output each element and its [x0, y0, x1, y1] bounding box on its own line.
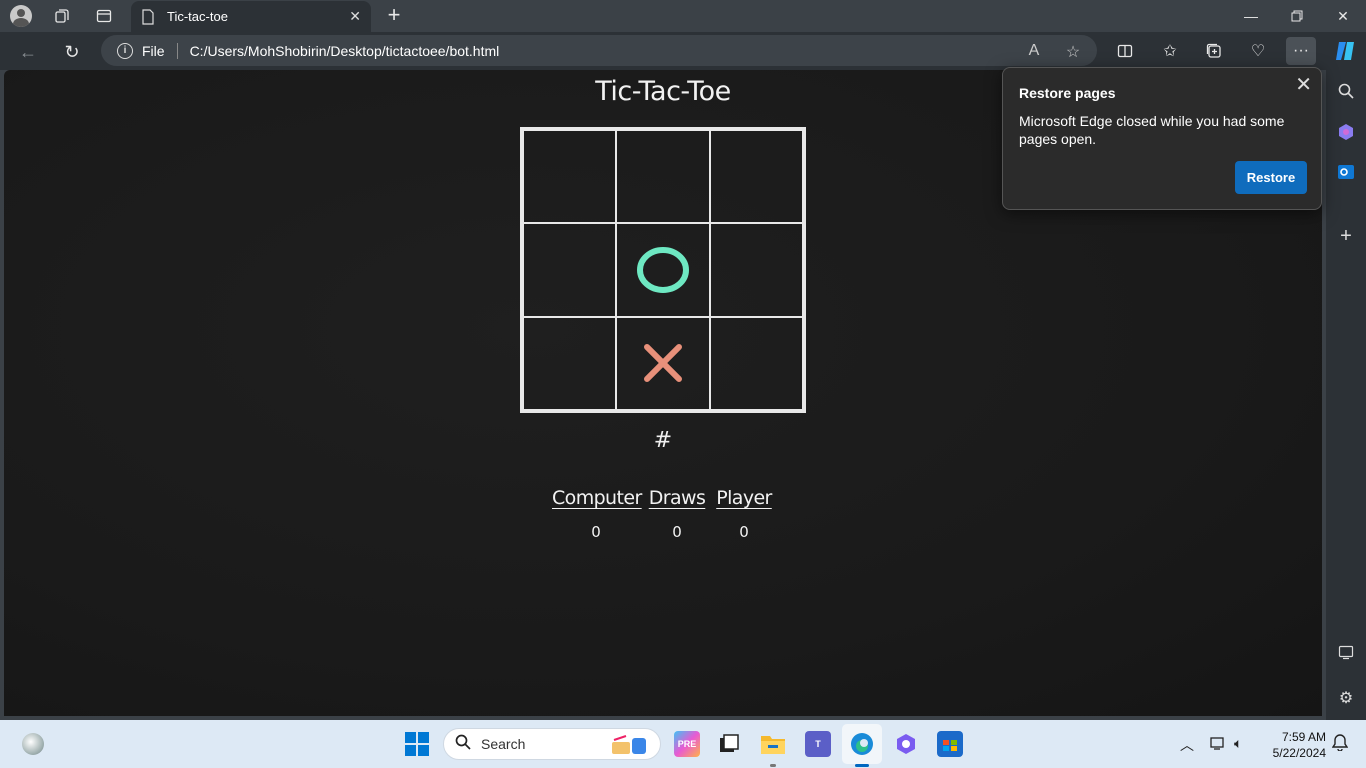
volume-icon[interactable]: 🔈︎	[1234, 735, 1242, 752]
chevron-up-icon[interactable]: ︿	[1180, 735, 1194, 755]
copilot-app-icon[interactable]: PRE	[674, 731, 700, 757]
page-icon	[142, 8, 154, 25]
close-tab-icon[interactable]: ✕	[349, 8, 361, 25]
board-cell[interactable]	[523, 130, 617, 224]
address-bar[interactable]: i File C:/Users/MohShobirin/Desktop/tict…	[101, 35, 1097, 66]
close-popup-icon[interactable]: ✕	[1295, 72, 1312, 97]
edge-icon[interactable]	[849, 731, 875, 757]
start-icon[interactable]	[405, 732, 429, 756]
settings-more-icon[interactable]: ···	[1286, 37, 1316, 65]
address-url[interactable]: C:/Users/MohShobirin/Desktop/tictactoee/…	[190, 43, 500, 59]
hide-sidebar-icon[interactable]	[1334, 640, 1358, 664]
popup-message: Microsoft Edge closed while you had some…	[1019, 113, 1285, 147]
taskbar: Search PRE T ︿ 🔈︎ 7:59 AM 5/22/2024	[0, 720, 1366, 768]
copilot-sidebar-icon[interactable]	[1334, 120, 1358, 144]
o-mark-icon	[636, 246, 689, 293]
split-screen-icon[interactable]	[1112, 38, 1138, 64]
copilot-icon[interactable]	[1333, 39, 1357, 63]
refresh-icon[interactable]: ↻	[59, 39, 85, 65]
score-value: 0	[672, 523, 682, 541]
add-sidebar-app-icon[interactable]: +	[1334, 224, 1358, 248]
board-cell-o	[616, 223, 710, 317]
score-label: Computer	[552, 487, 642, 509]
tab-title: Tic-tac-toe	[167, 9, 228, 24]
minimize-icon[interactable]: —	[1228, 0, 1274, 32]
tab-actions-icon[interactable]	[90, 4, 118, 28]
score-computer: Computer 0	[552, 487, 642, 541]
score-value: 0	[591, 523, 601, 541]
edge-sidebar: + ⚙	[1326, 70, 1366, 720]
file-explorer-icon[interactable]	[760, 731, 786, 757]
board-cell[interactable]	[616, 130, 710, 224]
network-icon[interactable]	[1210, 735, 1228, 754]
notification-bell-icon[interactable]	[1331, 733, 1349, 754]
search-placeholder: Search	[481, 736, 526, 752]
restore-window-icon[interactable]	[1274, 0, 1320, 32]
outlook-icon[interactable]	[1334, 160, 1358, 184]
board-cell[interactable]	[709, 316, 803, 410]
sidebar-search-icon[interactable]	[1334, 79, 1358, 103]
address-separator	[176, 42, 178, 59]
system-clock[interactable]: 7:59 AM 5/22/2024	[1262, 729, 1326, 761]
store-icon[interactable]	[937, 731, 963, 757]
score-player: Player 0	[714, 487, 774, 541]
turn-indicator: #	[653, 428, 673, 453]
popup-title: Restore pages	[1019, 85, 1116, 101]
profile-avatar-icon[interactable]	[10, 5, 32, 27]
collections-icon[interactable]	[1201, 38, 1227, 64]
sidebar-settings-icon[interactable]: ⚙	[1334, 686, 1358, 710]
restore-button[interactable]: Restore	[1235, 161, 1307, 194]
board-cell[interactable]	[523, 223, 617, 317]
taskbar-search[interactable]: Search	[443, 728, 661, 760]
back-icon[interactable]: ←	[15, 39, 41, 65]
favorites-icon[interactable]: ✩	[1157, 38, 1183, 64]
restore-pages-popup: ✕ Restore pages Microsoft Edge closed wh…	[1002, 67, 1322, 210]
browser-tab[interactable]: Tic-tac-toe ✕	[131, 1, 371, 32]
search-icon	[455, 734, 471, 755]
info-icon[interactable]: i	[117, 42, 133, 59]
running-indicator	[770, 764, 776, 767]
board-cell-x	[616, 316, 710, 410]
score-draws: Draws 0	[646, 487, 708, 541]
toolbar: ← ↻ i File C:/Users/MohShobirin/Desktop/…	[0, 32, 1366, 70]
copilot-taskbar-icon[interactable]	[893, 731, 919, 757]
search-highlight-icon	[612, 735, 646, 754]
score-label: Player	[716, 487, 772, 509]
workspaces-icon[interactable]	[48, 4, 76, 28]
weather-icon[interactable]	[22, 733, 44, 755]
task-view-icon[interactable]	[716, 731, 742, 757]
close-window-icon[interactable]: ✕	[1320, 0, 1366, 32]
score-value: 0	[739, 523, 749, 541]
browser-essentials-icon[interactable]: ♡	[1245, 38, 1271, 64]
game-board	[520, 127, 806, 413]
clock-time: 7:59 AM	[1281, 730, 1326, 744]
active-indicator	[855, 764, 869, 767]
score-label: Draws	[648, 487, 706, 509]
clock-date: 5/22/2024	[1272, 746, 1326, 760]
board-cell[interactable]	[523, 316, 617, 410]
board-cell[interactable]	[709, 223, 803, 317]
x-mark-icon	[643, 344, 682, 383]
read-aloud-icon[interactable]: A	[1023, 42, 1045, 64]
teams-icon[interactable]: T	[805, 731, 831, 757]
favorite-star-icon[interactable]: ☆	[1062, 42, 1084, 64]
title-bar: Tic-tac-toe ✕ + — ✕	[0, 0, 1366, 32]
new-tab-icon[interactable]: +	[382, 4, 406, 28]
board-cell[interactable]	[709, 130, 803, 224]
address-scheme: File	[142, 42, 165, 59]
